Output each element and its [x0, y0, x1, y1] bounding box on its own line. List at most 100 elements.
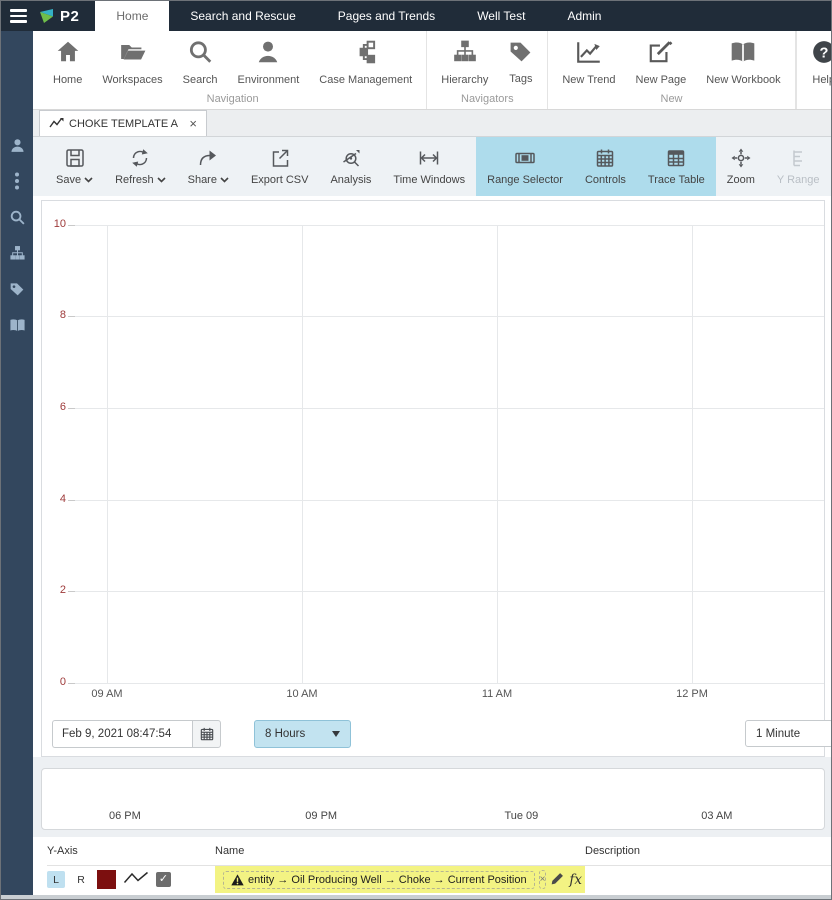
- time-windows-button[interactable]: Time Windows: [382, 137, 476, 196]
- book-icon: [729, 39, 757, 70]
- brand-name: P2: [60, 7, 80, 25]
- x-axis-tick: 10 AM: [286, 688, 318, 700]
- ribbon-caption-navigation: Navigation: [206, 93, 259, 105]
- top-tab-well-test[interactable]: Well Test: [456, 1, 546, 31]
- trace-tag-chip[interactable]: entity → Oil Producing Well → Choke → Cu…: [223, 870, 535, 889]
- zoom-button[interactable]: Zoom: [716, 137, 766, 196]
- ribbon-case-management-button[interactable]: Case Management: [309, 36, 422, 89]
- remove-trace-button[interactable]: ×: [538, 870, 547, 889]
- top-navbar: P2 Home Search and Rescue Pages and Tren…: [1, 1, 831, 31]
- export-csv-button[interactable]: Export CSV: [240, 137, 319, 196]
- analysis-button[interactable]: Analysis: [319, 137, 382, 196]
- p2-logo: P2: [35, 1, 95, 31]
- range-selector-strip[interactable]: 06 PM 09 PM Tue 09 03 AM: [41, 768, 825, 830]
- ribbon-environment-button[interactable]: Environment: [228, 36, 310, 89]
- y-axis-tick: 10: [53, 218, 66, 230]
- y-axis-tick: 2: [59, 584, 66, 596]
- top-tabs: Home Search and Rescue Pages and Trends …: [95, 1, 622, 31]
- ribbon-tags-button[interactable]: Tags: [498, 36, 543, 88]
- chevron-down-icon: [84, 177, 93, 183]
- edit-pencil-icon[interactable]: [550, 871, 565, 889]
- right-axis-toggle[interactable]: R: [72, 871, 90, 888]
- start-time-input[interactable]: [52, 720, 192, 748]
- close-icon[interactable]: ×: [189, 117, 197, 130]
- trace-color-swatch[interactable]: [97, 870, 116, 889]
- ribbon-new-trend-button[interactable]: New Trend: [552, 36, 625, 89]
- y-axis-tick: 4: [59, 493, 66, 505]
- column-header-y-axis: Y-Axis: [47, 845, 78, 857]
- book-icon[interactable]: [7, 315, 27, 335]
- range-selector-button[interactable]: Range Selector: [476, 137, 574, 196]
- share-button[interactable]: Share: [177, 137, 240, 196]
- table-icon: [668, 150, 685, 167]
- save-button[interactable]: Save: [45, 137, 104, 196]
- trend-chart[interactable]: 10 8 6 4 2 0 09 AM 10 AM 11 AM 12 PM Feb…: [41, 200, 831, 757]
- help-icon: ?: [811, 39, 831, 70]
- trace-description-cell: [585, 866, 831, 893]
- trace-table: Y-Axis Name Description L R ✓ entity → O…: [33, 837, 831, 895]
- duration-dropdown[interactable]: 8 Hours: [254, 720, 351, 748]
- y-range-button[interactable]: Y Range: [766, 137, 831, 196]
- hierarchy-icon[interactable]: [7, 243, 27, 263]
- time-windows-icon: [420, 151, 439, 165]
- trend-chart-icon: [49, 117, 64, 131]
- visibility-checkbox[interactable]: ✓: [156, 872, 171, 887]
- top-tab-home[interactable]: Home: [95, 1, 170, 31]
- left-sidebar: [1, 31, 33, 895]
- y-axis-tick: 6: [59, 401, 66, 413]
- ribbon-group-help: ? Help: [795, 31, 831, 109]
- column-header-name: Name: [215, 845, 245, 857]
- ribbon-group-navigators: Hierarchy Tags Navigators: [427, 31, 549, 109]
- hamburger-menu-icon[interactable]: [1, 1, 35, 31]
- trace-tag-text: entity → Oil Producing Well → Choke → Cu…: [248, 873, 527, 886]
- app-window: P2 Home Search and Rescue Pages and Tren…: [0, 0, 832, 900]
- dropdown-arrow-icon: [332, 731, 340, 737]
- search-icon[interactable]: [7, 207, 27, 227]
- chevron-down-icon: [220, 177, 229, 183]
- left-axis-toggle[interactable]: L: [47, 871, 65, 888]
- tag-icon[interactable]: [7, 279, 27, 299]
- duration-value: 8 Hours: [265, 728, 306, 740]
- range-selector-icon: [515, 152, 535, 164]
- top-tab-admin[interactable]: Admin: [546, 1, 622, 31]
- share-icon: [200, 150, 217, 166]
- x-axis-tick: 09 AM: [91, 688, 123, 700]
- document-tab-choke-template-a[interactable]: CHOKE TEMPLATE A ×: [39, 110, 207, 136]
- trend-toolbar: Save Refresh Share Export CSV Analysis T…: [33, 137, 831, 196]
- chart-plot-area[interactable]: 10 8 6 4 2 0 09 AM 10 AM 11 AM 12 PM: [42, 201, 824, 706]
- range-tick: 03 AM: [701, 810, 733, 822]
- refresh-icon: [132, 149, 149, 167]
- ribbon-caption-navigators: Navigators: [461, 93, 514, 105]
- calendar-button[interactable]: [192, 720, 221, 748]
- line-style-icon[interactable]: [123, 870, 149, 889]
- ribbon-new-workbook-button[interactable]: New Workbook: [696, 36, 790, 89]
- y-range-icon: [793, 150, 803, 167]
- trace-table-button[interactable]: Trace Table: [636, 137, 716, 196]
- refresh-button[interactable]: Refresh: [104, 137, 177, 196]
- document-tab-title: CHOKE TEMPLATE A: [69, 117, 179, 130]
- ribbon-hierarchy-button[interactable]: Hierarchy: [431, 36, 498, 89]
- trace-table-header: Y-Axis Name Description: [47, 837, 831, 866]
- tag-icon: [508, 39, 533, 69]
- ribbon-search-button[interactable]: Search: [173, 36, 228, 89]
- y-axis-tick: 0: [59, 676, 66, 688]
- top-tab-search-and-rescue[interactable]: Search and Rescue: [169, 1, 316, 31]
- ribbon-home-button[interactable]: Home: [43, 36, 92, 89]
- interval-input[interactable]: [745, 720, 831, 747]
- x-axis-tick: 12 PM: [676, 688, 708, 700]
- warning-icon: [231, 873, 244, 885]
- ribbon-workspaces-button[interactable]: Workspaces: [92, 36, 172, 89]
- case-management-icon: [353, 39, 379, 70]
- range-tick: 06 PM: [108, 810, 141, 822]
- export-icon: [272, 149, 288, 167]
- trace-table-row: L R ✓ entity → Oil Producing Well → Chok…: [47, 866, 831, 893]
- range-tick: Tue 09: [504, 810, 539, 822]
- ribbon-new-page-button[interactable]: New Page: [626, 36, 697, 89]
- ribbon-help-button[interactable]: ? Help: [801, 36, 831, 89]
- y-axis-tick: 8: [59, 309, 66, 321]
- kebab-menu-icon[interactable]: [7, 171, 27, 191]
- top-tab-pages-and-trends[interactable]: Pages and Trends: [317, 1, 456, 31]
- controls-button[interactable]: Controls: [573, 137, 637, 196]
- user-icon[interactable]: [7, 135, 27, 155]
- trace-name-cell: entity → Oil Producing Well → Choke → Cu…: [215, 866, 585, 893]
